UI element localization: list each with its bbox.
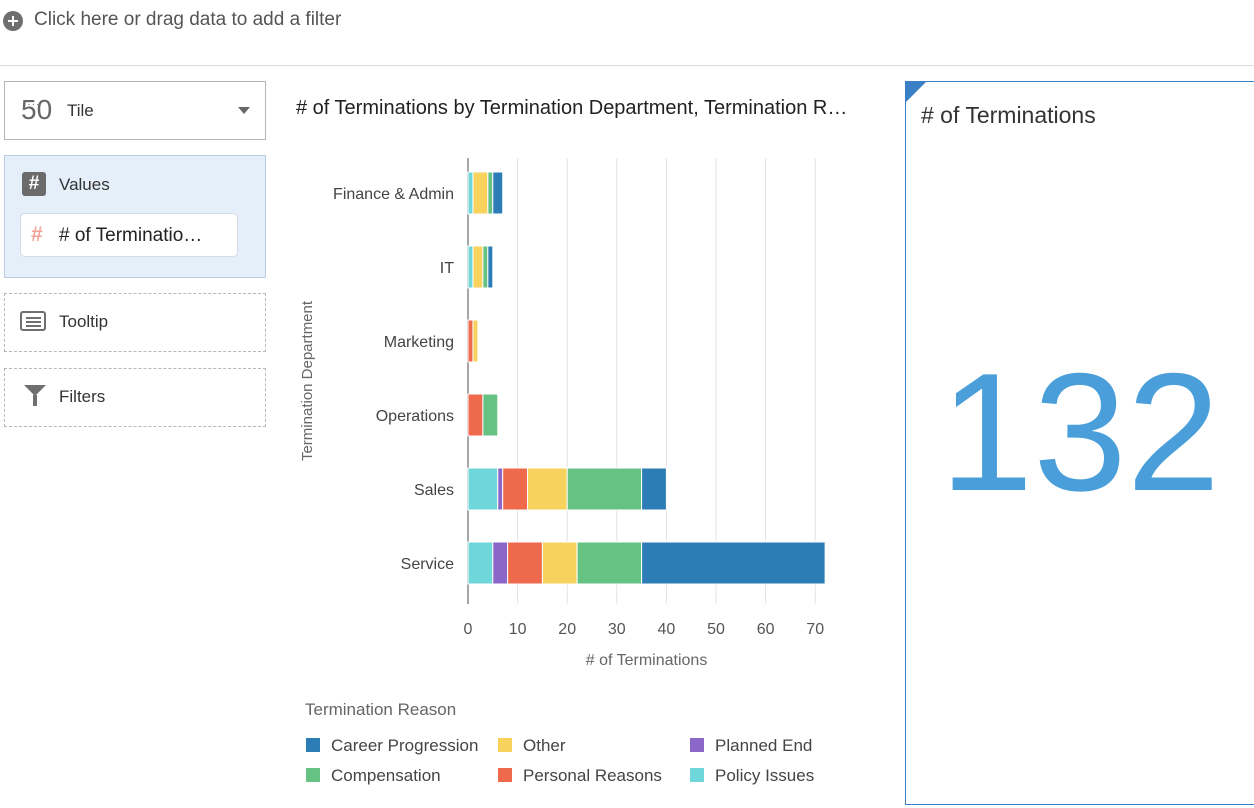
- x-tick-label: 60: [757, 621, 775, 638]
- bar-segment: [641, 467, 667, 511]
- selection-corner-marker: [906, 82, 926, 102]
- bar-segment: [467, 171, 474, 215]
- filters-dropzone[interactable]: Filters: [4, 368, 266, 427]
- tile-number-icon: ···· 50: [21, 94, 53, 125]
- tooltip-label: Tooltip: [59, 312, 109, 331]
- filter-bar-text[interactable]: Click here or drag data to add a filter: [34, 9, 341, 31]
- bar-segment: [566, 467, 643, 511]
- bar-segment: [507, 541, 543, 585]
- legend-swatch: [690, 738, 704, 752]
- bar-segment: [497, 467, 504, 511]
- hash-icon: #: [31, 223, 43, 246]
- y-axis-title: Termination Department: [299, 300, 316, 461]
- tile-value: 132: [939, 338, 1221, 526]
- chart-title: # of Terminations by Termination Departm…: [296, 97, 848, 119]
- bar-segment: [492, 541, 509, 585]
- bar-segment: [467, 541, 494, 585]
- tile-panel[interactable]: # of Terminations 132: [905, 81, 1254, 805]
- bar-segment: [487, 171, 494, 215]
- funnel-icon-stem: [33, 395, 37, 406]
- y-tick-label: IT: [440, 260, 454, 277]
- y-tick-label: Finance & Admin: [333, 186, 454, 203]
- x-tick-label: 40: [658, 621, 676, 638]
- bar-segment: [527, 467, 568, 511]
- filters-label: Filters: [59, 387, 106, 406]
- tile-title: # of Terminations: [921, 102, 1096, 128]
- visualization-type-selector[interactable]: ···· 50 Tile: [4, 81, 266, 140]
- bar-segment: [472, 171, 489, 215]
- bar-segment: [541, 541, 578, 585]
- y-tick-label: Operations: [376, 408, 454, 425]
- values-item-label: # of Terminatio…: [59, 225, 203, 246]
- y-tick-label: Marketing: [384, 334, 454, 351]
- bar-segment: [467, 319, 474, 363]
- legend-swatch: [306, 768, 320, 782]
- y-tick-label: Service: [401, 556, 454, 573]
- values-item-pill[interactable]: # # of Terminatio…: [20, 213, 238, 257]
- legend-swatch: [498, 768, 512, 782]
- bar-segment: [482, 393, 499, 437]
- y-tick-label: Sales: [414, 482, 454, 499]
- x-tick-label: 20: [558, 621, 576, 638]
- x-tick-label: 10: [509, 621, 527, 638]
- bar-segment: [467, 467, 499, 511]
- legend-item-label: Personal Reasons: [523, 766, 662, 785]
- bar-segment: [502, 467, 529, 511]
- chevron-down-icon[interactable]: [238, 107, 250, 114]
- bar-segment: [467, 393, 484, 437]
- legend-item-label: Other: [523, 736, 566, 755]
- filter-bar[interactable]: Click here or drag data to add a filter: [0, 0, 1254, 66]
- bar-segment: [482, 245, 489, 289]
- bar-segment: [641, 541, 826, 585]
- bar-segment: [576, 541, 643, 585]
- bar-segment: [492, 171, 504, 215]
- x-tick-label: 30: [608, 621, 626, 638]
- tooltip-dropzone[interactable]: Tooltip: [4, 293, 266, 352]
- legend-swatch: [498, 738, 512, 752]
- legend-swatch: [306, 738, 320, 752]
- visualization-type-label: Tile: [67, 101, 94, 120]
- plus-circle-icon[interactable]: [3, 11, 23, 31]
- bar-segment: [487, 245, 494, 289]
- bar-segment: [472, 319, 479, 363]
- stacked-bar-chart: 0 10 20 30 40 50 60 70 Finance & Admin IT Marketin…: [299, 158, 826, 785]
- x-tick-label: 0: [464, 621, 473, 638]
- legend-item-label: Policy Issues: [715, 766, 814, 785]
- bar-segment: [467, 245, 474, 289]
- tooltip-icon: [20, 311, 46, 331]
- legend-item-label: Career Progression: [331, 736, 478, 755]
- legend-title: Termination Reason: [305, 700, 456, 719]
- legend-item-label: Planned End: [715, 736, 812, 755]
- x-axis-title: # of Terminations: [586, 652, 708, 669]
- x-tick-label: 70: [806, 621, 824, 638]
- legend-swatch: [690, 768, 704, 782]
- bar-segment: [472, 245, 484, 289]
- legend-item-label: Compensation: [331, 766, 441, 785]
- hash-icon: #: [22, 172, 46, 196]
- values-label: Values: [59, 175, 110, 194]
- x-tick-label: 50: [707, 621, 725, 638]
- values-section: # Values # # of Terminatio…: [4, 155, 266, 278]
